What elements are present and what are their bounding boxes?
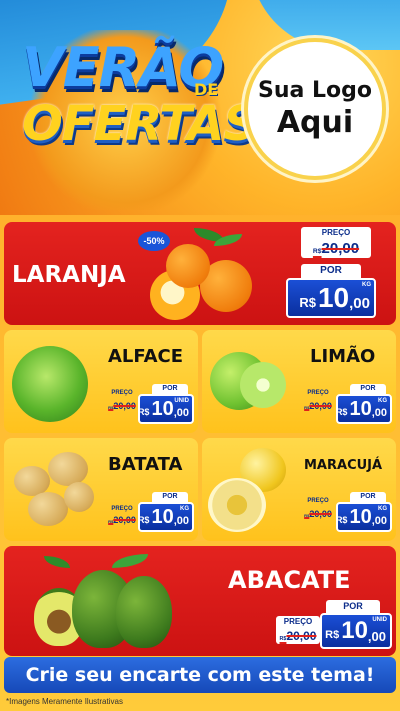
- cta-button[interactable]: Crie seu encarte com este tema!: [4, 657, 396, 693]
- new-price-dec: ,00: [349, 294, 370, 312]
- new-price-int: 10: [341, 617, 368, 644]
- product-name: LARANJA: [12, 262, 126, 288]
- product-name: ABACATE: [228, 566, 351, 594]
- old-price-value: 20,00: [309, 509, 332, 519]
- product-name: BATATA: [108, 454, 183, 475]
- unit-label: KG: [378, 398, 387, 404]
- preco-label: PREÇO: [301, 227, 371, 239]
- passion-fruit-half-image: [208, 478, 266, 532]
- unit-label: KG: [180, 506, 189, 512]
- product-card-laranja: LARANJA PREÇO R$20,00 POR R$ 10 ,00 KG: [4, 222, 396, 325]
- logo-placeholder: Sua Logo Aqui: [244, 38, 386, 180]
- unit-label: UNID: [372, 617, 387, 623]
- currency-symbol: R$: [137, 515, 150, 525]
- leaf-shape: [44, 556, 70, 568]
- disclaimer-text: *Imagens Meramente Ilustrativas: [6, 697, 123, 706]
- new-price-dec: ,00: [371, 407, 387, 419]
- preco-label: PREÇO: [111, 506, 133, 512]
- product-card-maracuja: MARACUJÁ PREÇO R$20,00 POR R$ 10 ,00 KG: [202, 438, 396, 541]
- currency-symbol: R$: [325, 629, 340, 641]
- currency-symbol: R$: [137, 407, 150, 417]
- por-label: POR: [350, 384, 386, 394]
- new-price: R$ 10 ,00 KG: [336, 502, 392, 532]
- new-price-int: 10: [349, 398, 372, 420]
- orange-image: [166, 244, 210, 288]
- potato-image: [64, 482, 94, 512]
- title-line-2: OFERTAS: [22, 96, 258, 152]
- product-card-abacate: ABACATE PREÇO R$20,00 POR R$ 10 ,00 UNID: [4, 546, 396, 656]
- new-price-dec: ,00: [173, 407, 189, 419]
- product-card-alface: ALFACE PREÇO R$20,00 POR R$ 10 ,00 UNID: [4, 330, 198, 433]
- unit-label: KG: [378, 506, 387, 512]
- currency-symbol: R$: [335, 515, 348, 525]
- product-card-limao: LIMÃO PREÇO R$20,00 POR R$ 10 ,00 KG: [202, 330, 396, 433]
- new-price: R$ 10 ,00 KG: [138, 502, 194, 532]
- old-price-value: 20,00: [309, 401, 332, 411]
- old-price: R$20,00: [104, 400, 140, 412]
- product-name: LIMÃO: [310, 346, 376, 367]
- old-price-value: 20,00: [113, 515, 136, 525]
- preco-label: PREÇO: [111, 390, 133, 396]
- preco-label: PREÇO: [307, 390, 329, 396]
- new-price-dec: ,00: [367, 628, 386, 644]
- preco-label: PREÇO: [276, 616, 320, 628]
- logo-line-1: Sua Logo: [257, 78, 372, 103]
- por-label: POR: [152, 384, 188, 394]
- new-price: R$ 10 ,00 KG: [336, 394, 392, 424]
- currency-symbol: R$: [299, 294, 316, 310]
- por-label: POR: [301, 264, 361, 278]
- unit-label: UNID: [174, 398, 189, 404]
- logo-line-2: Aqui: [276, 105, 354, 140]
- new-price-int: 10: [151, 398, 174, 420]
- old-price-value: 20,00: [286, 629, 317, 643]
- leaf-shape: [112, 554, 148, 568]
- old-price: R$20,00: [301, 239, 371, 258]
- product-card-batata: BATATA PREÇO R$20,00 POR R$ 10 ,00 KG: [4, 438, 198, 541]
- old-price-value: 20,00: [321, 240, 360, 257]
- por-label: POR: [152, 492, 188, 502]
- promo-title: VERÃO DE OFERTAS: [22, 40, 258, 152]
- new-price-dec: ,00: [371, 515, 387, 527]
- new-price-int: 10: [349, 506, 372, 528]
- title-de: DE: [194, 80, 219, 99]
- new-price: R$ 10 ,00 KG: [286, 278, 376, 318]
- new-price-dec: ,00: [173, 515, 189, 527]
- old-price: R$20,00: [300, 400, 336, 412]
- old-price: R$20,00: [300, 508, 336, 520]
- new-price: R$ 10 ,00 UNID: [138, 394, 194, 424]
- lettuce-image: [12, 346, 88, 422]
- discount-badge: -50%: [138, 231, 170, 251]
- potato-image: [48, 452, 88, 486]
- product-name: MARACUJÁ: [304, 458, 383, 473]
- currency-symbol: R$: [312, 248, 322, 255]
- old-price-value: 20,00: [113, 401, 136, 411]
- new-price-int: 10: [151, 506, 174, 528]
- new-price-int: 10: [317, 282, 350, 313]
- por-label: POR: [350, 492, 386, 502]
- unit-label: KG: [362, 282, 371, 288]
- currency-symbol: R$: [335, 407, 348, 417]
- new-price: R$ 10 ,00 UNID: [320, 613, 392, 649]
- por-label: POR: [326, 600, 380, 613]
- product-name: ALFACE: [108, 346, 184, 367]
- preco-label: PREÇO: [307, 498, 329, 504]
- avocado-image: [116, 576, 172, 648]
- old-price: R$20,00: [276, 628, 320, 644]
- old-price: R$20,00: [104, 514, 140, 526]
- potato-image: [28, 492, 68, 526]
- lime-slice-image: [240, 362, 286, 408]
